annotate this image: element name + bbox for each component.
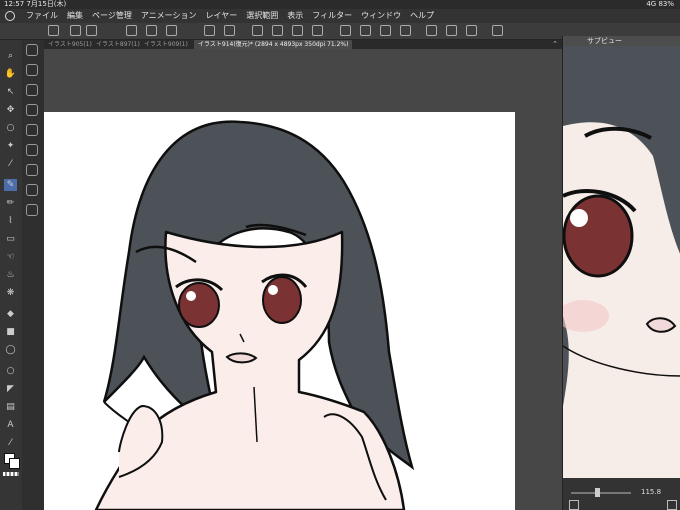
frame-tool-icon[interactable]: ◤ <box>4 383 17 395</box>
status-indicators: 4G 83% <box>646 0 674 8</box>
menu-window[interactable]: ウィンドウ <box>361 9 401 23</box>
new-canvas-icon[interactable] <box>70 25 81 36</box>
deselect-icon[interactable] <box>360 25 371 36</box>
airbrush-tool-icon[interactable]: ♨ <box>4 269 17 281</box>
lasso-tool-icon[interactable]: ○ <box>4 122 17 134</box>
transform-icon[interactable] <box>252 25 263 36</box>
subtool-bar <box>22 40 45 510</box>
ruler-tool-icon[interactable]: ▤ <box>4 401 17 413</box>
correct-line-tool-icon[interactable]: ⁄ <box>4 437 17 449</box>
brush-tool-icon[interactable]: ⌇ <box>4 215 17 227</box>
tabs-collapse-icon[interactable]: ⌃ <box>552 40 558 49</box>
undo-icon[interactable] <box>204 25 215 36</box>
decoration-tool-icon[interactable]: ❋ <box>4 287 17 299</box>
subtool-pen-1-icon[interactable] <box>26 64 38 76</box>
selection-border-icon[interactable] <box>400 25 411 36</box>
move-layer-tool-icon[interactable]: ✥ <box>4 104 17 116</box>
save-icon[interactable] <box>166 25 177 36</box>
snap-special-ruler-icon[interactable] <box>466 25 477 36</box>
toolbox: ⌕ ✋ ↖ ✥ ○ ✦ ⁄ ✎ ✏ ⌇ ▭ ☜ ♨ ❋ ◆ ■ ◯ ○ ◤ ▤ … <box>0 40 23 510</box>
subtool-pen-2-icon[interactable] <box>26 84 38 96</box>
menu-animation[interactable]: アニメーション <box>141 9 197 23</box>
tab-illust-909[interactable]: イラスト909(1) <box>140 40 192 49</box>
redo-icon[interactable] <box>224 25 235 36</box>
hand-tool-icon[interactable]: ✋ <box>4 68 17 80</box>
figure-tool-icon[interactable]: ○ <box>4 365 17 377</box>
snap-ruler-icon[interactable] <box>446 25 457 36</box>
eyedropper-tool-icon[interactable]: ⁄ <box>4 158 17 170</box>
menu-page[interactable]: ページ管理 <box>92 9 132 23</box>
selection-icon[interactable] <box>340 25 351 36</box>
subtool-pen-3-icon[interactable] <box>26 104 38 116</box>
pencil-tool-icon[interactable]: ✏ <box>4 197 17 209</box>
subview-title: サブビュー <box>587 37 622 45</box>
ruler-icon[interactable] <box>426 25 437 36</box>
subview-closeup <box>563 46 680 478</box>
menu-edit[interactable]: 編集 <box>67 9 83 23</box>
subtool-layer-search-icon[interactable] <box>26 144 38 156</box>
subtool-layer-property-icon[interactable] <box>26 124 38 136</box>
canvas-switch-icon[interactable] <box>86 25 97 36</box>
canvas-tabs: イラスト905(1) イラスト897(1) イラスト909(1) イラスト914… <box>44 40 562 49</box>
balloon-tool-icon[interactable]: ◯ <box>4 344 17 356</box>
open-folder-icon[interactable] <box>146 25 157 36</box>
eyedropper-icon[interactable] <box>569 500 579 510</box>
menu-bar: ファイル 編集 ページ管理 アニメーション レイヤー 選択範囲 表示 フィルター… <box>0 9 680 23</box>
canvas-paper[interactable] <box>44 112 515 510</box>
zoom-tool-icon[interactable]: ⌕ <box>4 50 17 62</box>
subtool-material-icon[interactable] <box>26 184 38 196</box>
subview-zoom-knob[interactable] <box>595 488 600 497</box>
tab-illust-914[interactable]: イラスト914(復元)* (2894 x 4893px 350dpi 71.2%… <box>194 40 353 49</box>
fill-icon[interactable] <box>292 25 303 36</box>
fit-icon[interactable] <box>667 500 677 510</box>
status-time: 12:57 7月15日(木) <box>4 0 67 8</box>
menu-selection[interactable]: 選択範囲 <box>246 9 278 23</box>
hamburger-icon[interactable] <box>48 25 59 36</box>
text-tool-icon[interactable]: A <box>4 419 17 431</box>
right-panel: サブビュー 115.8 <box>562 36 680 510</box>
invert-selection-icon[interactable] <box>380 25 391 36</box>
subtool-close-icon[interactable] <box>26 44 38 56</box>
new-file-icon[interactable] <box>126 25 137 36</box>
subview-zoom-value: 115.8 <box>641 488 662 496</box>
transparent-color-swatch[interactable] <box>3 472 19 476</box>
ios-status-bar: 12:57 7月15日(木) 4G 83% <box>0 0 680 9</box>
menu-filter[interactable]: フィルター <box>312 9 352 23</box>
blend-tool-icon[interactable]: ☜ <box>4 251 17 263</box>
app-logo-icon[interactable] <box>5 11 15 21</box>
menu-help[interactable]: ヘルプ <box>410 9 434 23</box>
auto-select-tool-icon[interactable]: ✦ <box>4 140 17 152</box>
tab-illust-905[interactable]: イラスト905(1) <box>44 40 96 49</box>
menu-layer[interactable]: レイヤー <box>206 9 238 23</box>
fill-tool-icon[interactable]: ◆ <box>4 308 17 320</box>
menu-file[interactable]: ファイル <box>26 9 58 23</box>
subtool-navigator-icon[interactable] <box>26 164 38 176</box>
gradient-tool-icon[interactable]: ■ <box>4 326 17 338</box>
clear-icon[interactable] <box>272 25 283 36</box>
subtool-history-icon[interactable] <box>26 204 38 216</box>
operation-tool-icon[interactable]: ↖ <box>4 86 17 98</box>
subview-controls: 115.8 <box>563 478 680 510</box>
crop-icon[interactable] <box>312 25 323 36</box>
subview-zoom-slider[interactable] <box>571 492 631 494</box>
companion-mode-icon[interactable] <box>492 25 503 36</box>
sub-color-swatch[interactable] <box>9 458 20 469</box>
tab-illust-897[interactable]: イラスト897(1) <box>92 40 144 49</box>
eraser-tool-icon[interactable]: ▭ <box>4 233 17 245</box>
pen-tool-icon[interactable]: ✎ <box>4 179 17 191</box>
subview-tab[interactable]: サブビュー <box>563 36 680 46</box>
menu-view[interactable]: 表示 <box>287 9 303 23</box>
subview-image[interactable] <box>563 46 680 478</box>
character-illustration <box>94 120 415 510</box>
canvas-area[interactable] <box>44 49 562 510</box>
